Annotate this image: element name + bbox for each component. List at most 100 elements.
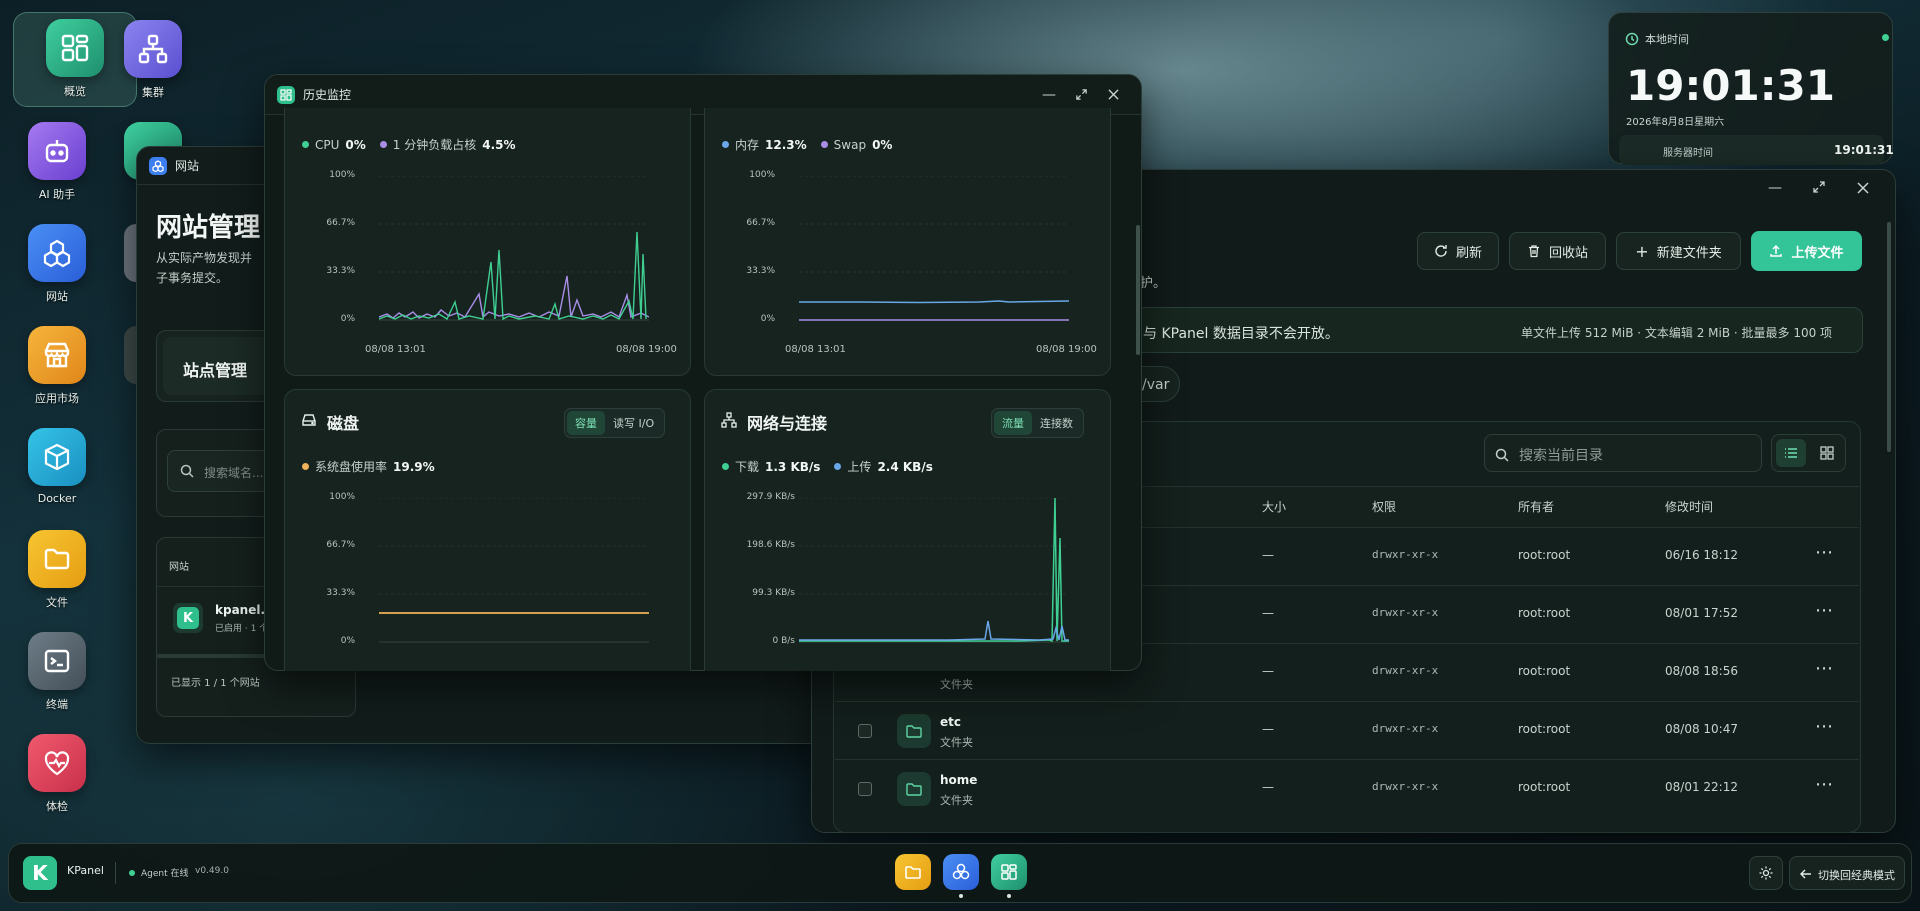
col-size[interactable]: 大小 <box>1262 498 1286 515</box>
clock-title: 本地时间 <box>1645 33 1689 46</box>
upload-button[interactable]: 上传文件 <box>1751 231 1862 271</box>
folder-icon <box>28 530 86 588</box>
legend-value: 4.5% <box>482 137 516 152</box>
page-desc-line2: 子事务提交。 <box>156 271 229 285</box>
list-view-button[interactable] <box>1776 439 1806 467</box>
close-button[interactable] <box>1857 179 1869 198</box>
clock-time: 19:01:31 <box>1626 61 1835 110</box>
owner-cell: root:root <box>1518 548 1571 562</box>
perm-cell: drwxr-xr-x <box>1372 664 1439 677</box>
more-menu-icon[interactable]: ⋯ <box>1815 542 1833 563</box>
files-scrollbar[interactable] <box>1887 222 1891 452</box>
disk-icon <box>301 412 317 432</box>
capacity-tab[interactable]: 容量 <box>567 411 605 435</box>
maximize-button[interactable] <box>1812 179 1826 198</box>
taskbar-cluster-button[interactable] <box>943 854 979 890</box>
x-tick-end: 08/08 19:00 <box>1036 344 1097 355</box>
new-folder-label: 新建文件夹 <box>1656 245 1722 261</box>
table-header: 网站 <box>169 562 189 573</box>
recycle-bin-button[interactable]: 回收站 <box>1509 232 1606 270</box>
legend-label: 上传 <box>847 460 872 474</box>
taskbar-overview-button[interactable] <box>991 854 1027 890</box>
owner-cell: root:root <box>1518 606 1571 620</box>
size-cell: — <box>1262 664 1274 678</box>
table-row[interactable]: home 文件夹 — drwxr-xr-x root:root 08/01 22… <box>835 759 1859 817</box>
classic-mode-label: 切换回经典模式 <box>1818 869 1895 882</box>
desktop-icon-ai[interactable]: AI 助手 <box>17 122 97 218</box>
desktop-icon-market[interactable]: 应用市场 <box>17 326 97 422</box>
table-row[interactable]: etc 文件夹 — drwxr-xr-x root:root 08/08 10:… <box>835 701 1859 759</box>
folder-icon <box>897 772 931 806</box>
legend-label: 下载 <box>735 460 760 474</box>
col-mtime[interactable]: 修改时间 <box>1665 498 1713 515</box>
classic-mode-button[interactable]: 切换回经典模式 <box>1789 856 1905 890</box>
perm-cell: drwxr-xr-x <box>1372 780 1439 793</box>
mtime-cell: 08/01 22:12 <box>1665 780 1738 794</box>
row-checkbox[interactable] <box>858 724 872 738</box>
legend-value: 2.4 KB/s <box>877 459 933 474</box>
folder-icon <box>897 714 931 748</box>
more-menu-icon[interactable]: ⋯ <box>1815 716 1833 737</box>
path-label: /var <box>1142 377 1170 393</box>
desc-fragment: 护。 <box>1140 276 1167 291</box>
search-placeholder: 搜索当前目录 <box>1519 448 1603 464</box>
y-tick: 0% <box>760 314 775 324</box>
legend-label: 内存 <box>735 138 760 152</box>
row-checkbox[interactable] <box>858 782 872 796</box>
desktop-icon-label: 集群 <box>142 86 164 99</box>
io-tab[interactable]: 读写 I/O <box>605 411 662 435</box>
view-toggle <box>1771 434 1846 472</box>
col-perm[interactable]: 权限 <box>1372 498 1396 515</box>
desktop-icon-cluster[interactable]: 集群 <box>113 20 193 116</box>
desktop-icon-terminal[interactable]: 终端 <box>17 632 97 728</box>
terminal-icon <box>28 632 86 690</box>
type-cell: 文件夹 <box>940 794 973 807</box>
desktop-icon-label: 应用市场 <box>35 392 79 405</box>
y-tick: 297.9 KB/s <box>746 492 795 502</box>
more-menu-icon[interactable]: ⋯ <box>1815 600 1833 621</box>
y-tick: 0% <box>340 314 355 324</box>
legend-dot <box>834 463 842 470</box>
close-button[interactable] <box>1097 85 1129 104</box>
more-menu-icon[interactable]: ⋯ <box>1815 774 1833 795</box>
load-series <box>379 275 649 319</box>
new-folder-button[interactable]: + 新建文件夹 <box>1616 232 1741 270</box>
minimize-button[interactable]: — <box>1768 180 1782 196</box>
tab-label: 站点管理 <box>183 361 248 380</box>
active-indicator <box>1007 894 1011 898</box>
maximize-button[interactable] <box>1065 85 1097 105</box>
file-search-input[interactable]: 搜索当前目录 <box>1484 434 1762 472</box>
status-dot <box>1882 34 1889 41</box>
server-time-label: 服务器时间 <box>1663 148 1713 159</box>
perm-cell: drwxr-xr-x <box>1372 722 1439 735</box>
y-tick: 100% <box>749 170 775 180</box>
network-card: 网络与连接 流量 连接数 下载 1.3 KB/s 上传 2.4 KB/s 297.9… <box>704 389 1111 671</box>
col-owner[interactable]: 所有者 <box>1518 498 1554 515</box>
owner-cell: root:root <box>1518 664 1571 678</box>
connections-tab[interactable]: 连接数 <box>1032 411 1081 435</box>
minimize-button[interactable]: — <box>1033 87 1065 103</box>
desktop-icon-website[interactable]: 网站 <box>17 224 97 320</box>
notice-text: 与 KPanel 数据目录不会开放。 <box>1143 326 1339 342</box>
desktop-icon-label: Docker <box>37 492 77 505</box>
disk-mode-toggle: 容量 读写 I/O <box>564 408 666 438</box>
desktop-icon-health[interactable]: 体检 <box>17 734 97 830</box>
divider <box>115 862 116 884</box>
more-menu-icon[interactable]: ⋯ <box>1815 658 1833 679</box>
x-tick-start: 08/08 13:01 <box>365 344 426 355</box>
grid-view-button[interactable] <box>1812 439 1842 467</box>
theme-toggle-button[interactable] <box>1749 856 1783 890</box>
y-tick: 33.3% <box>746 266 775 276</box>
y-tick: 100% <box>329 492 355 502</box>
cluster-icon <box>124 20 182 78</box>
desktop-icon-files[interactable]: 文件 <box>17 530 97 626</box>
monitor-scrollbar[interactable] <box>1136 225 1140 355</box>
upload-icon <box>1770 244 1783 257</box>
traffic-tab[interactable]: 流量 <box>994 411 1032 435</box>
desktop-icon-docker[interactable]: Docker <box>17 428 97 524</box>
refresh-button[interactable]: 刷新 <box>1417 232 1499 270</box>
taskbar-files-button[interactable] <box>895 854 931 890</box>
brand-logo[interactable]: K <box>23 856 57 890</box>
cpu-card: CPU 0% 1 分钟负载占核 4.5% 100% 66.7% 33.3% 0% 0… <box>284 108 691 376</box>
type-cell: 文件夹 <box>940 678 973 691</box>
